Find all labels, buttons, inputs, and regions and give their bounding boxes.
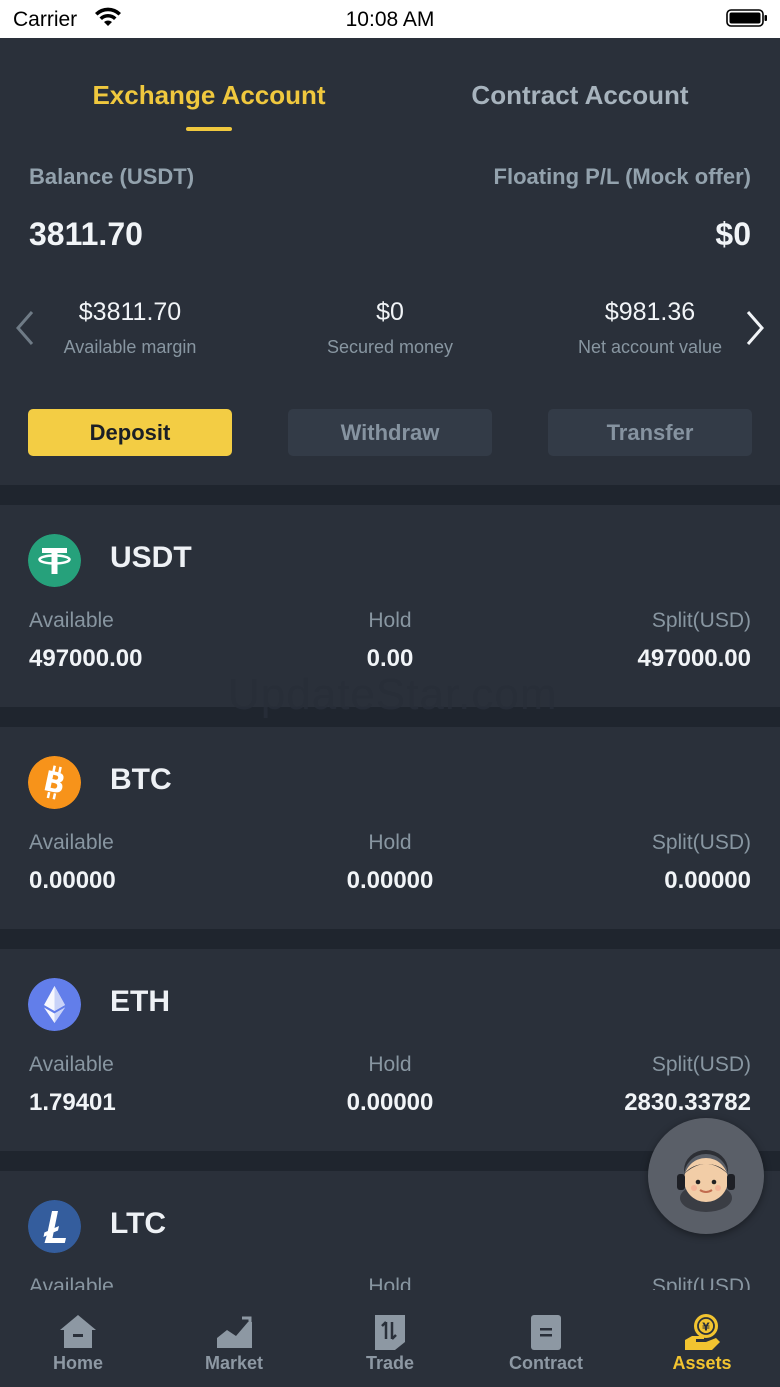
coin-symbol: BTC [110,763,172,796]
home-icon [60,1315,96,1348]
assets-icon: ¥ [685,1314,720,1350]
available-label: Available [29,1053,114,1076]
litecoin-icon [28,1200,81,1253]
available-value: 497000.00 [29,645,143,672]
balance-label: Balance (USDT) [29,164,195,189]
stat-available-margin: $3811.70 Available margin [10,298,250,358]
active-tab-indicator [186,127,232,131]
section-divider [0,485,780,505]
stat-label: Available margin [63,337,197,357]
tabbar-label: Home [52,1353,103,1373]
hold-label: Hold [368,1053,412,1076]
bitcoin-icon: B [28,756,81,809]
coin-symbol: USDT [110,541,192,574]
status-bar: Carrier 10:08 AM [0,0,780,38]
stat-value: $3811.70 [78,298,182,326]
assets-screen: Exchange Account Contract Account Balanc… [0,38,780,1290]
deposit-button[interactable]: Deposit [28,409,232,456]
floating-pl-value: $0 [715,216,751,252]
tabbar-home[interactable]: Home [0,1290,156,1387]
balance-value: 3811.70 [29,216,143,252]
chevron-right-icon[interactable] [744,310,766,346]
available-label: Available [29,609,114,632]
contract-icon [531,1315,561,1350]
tabbar-label: Assets [672,1353,732,1373]
available-value: 1.79401 [29,1089,116,1116]
tether-icon [28,534,81,587]
tabbar-label: Trade [365,1353,415,1373]
tabbar-market[interactable]: Market [156,1290,312,1387]
hold-value: 0.00000 [346,867,434,894]
support-agent-icon [677,1150,735,1212]
bottom-tab-bar: Home Market Trade Contract ¥ Assets [0,1290,780,1387]
market-icon [217,1316,252,1348]
tabbar-label: Market [204,1353,264,1373]
stat-value: $981.36 [604,298,696,326]
stat-label: Secured money [326,337,454,357]
floating-pl-label: Floating P/L (Mock offer) [493,164,751,189]
stat-value: $0 [376,298,404,326]
hold-value: 0.00 [366,645,414,672]
coin-symbol: ETH [110,985,170,1018]
hold-label: Hold [368,1275,412,1290]
tab-exchange-account[interactable]: Exchange Account [90,80,328,111]
hold-value: 0.00000 [346,1089,434,1116]
stat-label: Net account value [577,337,723,357]
clock: 10:08 AM [345,8,435,31]
coin-card-btc[interactable]: B BTC Available Hold Split(USD) 0.00000 … [0,727,780,929]
watermark: UpdateStar.com [228,670,558,719]
trade-icon [375,1315,405,1350]
split-label: Split(USD) [651,1275,751,1290]
available-value: 0.00000 [29,867,116,894]
split-value: 2830.33782 [624,1089,751,1116]
tabbar-label: Contract [508,1353,583,1373]
split-label: Split(USD) [651,1053,751,1076]
tabbar-contract[interactable]: Contract [468,1290,624,1387]
split-value: 497000.00 [637,645,751,672]
hold-label: Hold [368,609,412,632]
tabbar-assets[interactable]: ¥ Assets [624,1290,780,1387]
split-label: Split(USD) [651,831,751,854]
section-divider [0,929,780,949]
available-label: Available [29,831,114,854]
stat-secured-money: $0 Secured money [270,298,510,358]
tabbar-trade[interactable]: Trade [312,1290,468,1387]
tab-contract-account[interactable]: Contract Account [466,80,694,111]
split-value: 0.00000 [664,867,751,894]
stat-net-account-value: $981.36 Net account value [530,298,770,358]
coin-symbol: LTC [110,1207,167,1240]
ethereum-icon [28,978,81,1031]
svg-text:¥: ¥ [702,1321,710,1334]
split-label: Split(USD) [651,609,751,632]
battery-icon [726,9,767,27]
customer-support-button[interactable] [648,1118,764,1234]
withdraw-button[interactable]: Withdraw [288,409,492,456]
transfer-button[interactable]: Transfer [548,409,752,456]
hold-label: Hold [368,831,412,854]
available-label: Available [29,1275,114,1290]
